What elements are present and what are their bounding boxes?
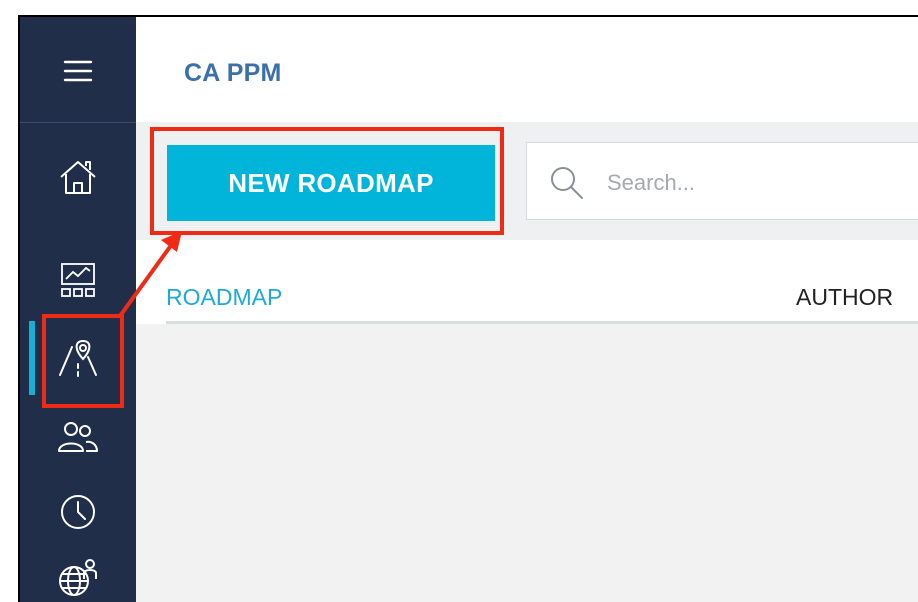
annotation-arrow bbox=[118, 231, 182, 318]
